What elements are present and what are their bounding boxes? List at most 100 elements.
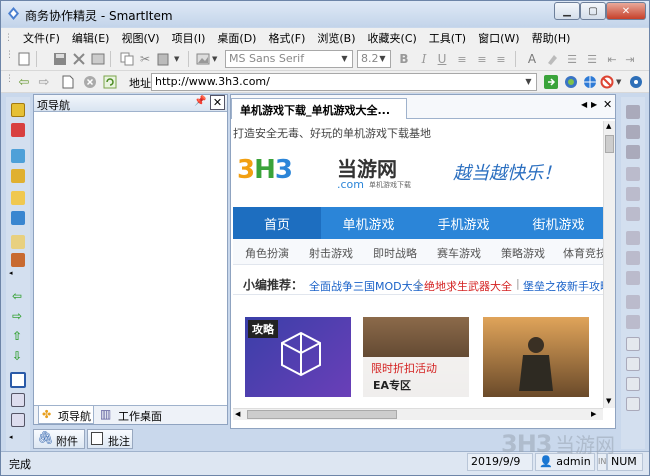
contacts-icon[interactable] bbox=[11, 149, 25, 163]
stop-icon[interactable] bbox=[81, 73, 99, 91]
delete-icon[interactable] bbox=[70, 50, 88, 68]
layout-left-icon[interactable] bbox=[626, 377, 640, 391]
paste-icon[interactable] bbox=[154, 50, 172, 68]
close-button[interactable]: ✕ bbox=[606, 2, 646, 20]
paste-dropdown-icon[interactable]: ▼ bbox=[174, 55, 179, 63]
security-icon[interactable] bbox=[627, 73, 645, 91]
scroll-left-icon[interactable]: ◀ bbox=[235, 410, 240, 418]
subnav-rts[interactable]: 即时战略 bbox=[373, 245, 417, 261]
arrow-down-icon[interactable]: ⇩ bbox=[12, 349, 22, 363]
underline-button[interactable]: U bbox=[433, 50, 451, 68]
merge-cells-icon[interactable] bbox=[626, 231, 640, 245]
numbered-list-icon[interactable]: ☰ bbox=[563, 50, 581, 68]
cell-fill-icon[interactable] bbox=[626, 315, 640, 329]
horizontal-scrollbar[interactable]: ◀ ▶ bbox=[233, 408, 603, 420]
nav-arcade-games[interactable]: 街机游戏 bbox=[511, 207, 603, 239]
subnav-rpg[interactable]: 角色扮演 bbox=[245, 245, 289, 261]
align-left-icon[interactable]: ≡ bbox=[453, 50, 471, 68]
cut-icon[interactable]: ✂ bbox=[136, 50, 154, 68]
cell-align-icon[interactable] bbox=[626, 271, 640, 285]
clipboard-icon[interactable] bbox=[11, 235, 25, 249]
table-icon[interactable] bbox=[626, 125, 640, 139]
recommend-link-1[interactable]: 全面战争三国MOD大全 bbox=[309, 278, 424, 294]
arrow-right-icon[interactable]: ⇨ bbox=[12, 309, 22, 323]
scroll-right-icon[interactable]: ▶ bbox=[591, 410, 596, 418]
outdent-icon[interactable]: ⇤ bbox=[603, 50, 621, 68]
layout-icon[interactable] bbox=[10, 372, 26, 388]
annotation-button[interactable]: 批注 bbox=[87, 429, 133, 449]
task-icon[interactable] bbox=[11, 123, 25, 137]
layout-bottom-icon[interactable] bbox=[626, 357, 640, 371]
align-right-icon[interactable]: ≡ bbox=[492, 50, 510, 68]
nav-pc-games[interactable]: 单机游戏 bbox=[321, 207, 416, 239]
image-icon[interactable] bbox=[194, 50, 212, 68]
calendar-icon[interactable] bbox=[11, 169, 25, 183]
page-icon[interactable] bbox=[59, 73, 77, 91]
pin-icon[interactable]: 📌 bbox=[194, 96, 206, 107]
minimize-button[interactable]: ▁ bbox=[554, 2, 580, 20]
menu-edit[interactable]: 编辑(E) bbox=[66, 30, 116, 46]
arrow-up-icon[interactable]: ⇧ bbox=[12, 329, 22, 343]
horizontal-scroll-thumb[interactable] bbox=[247, 410, 397, 419]
refresh-icon[interactable] bbox=[101, 73, 119, 91]
tab-scroll-right-icon[interactable]: ▶ bbox=[591, 100, 597, 109]
menu-view[interactable]: 视图(V) bbox=[115, 30, 165, 46]
menu-format[interactable]: 格式(F) bbox=[262, 30, 311, 46]
attachment-button[interactable]: 🖇 附件 bbox=[33, 429, 85, 449]
subnav-racing[interactable]: 赛车游戏 bbox=[437, 245, 481, 261]
subnav-sports[interactable]: 体育竞技 bbox=[563, 245, 603, 261]
browser-tab[interactable]: 单机游戏下载_单机游戏大全... bbox=[231, 98, 407, 119]
scroll-down-icon[interactable]: ▼ bbox=[606, 397, 611, 405]
tab-scroll-left-icon[interactable]: ◀ bbox=[581, 100, 587, 109]
vertical-scrollbar[interactable]: ▲ ▼ bbox=[603, 121, 615, 408]
menu-favorites[interactable]: 收藏夹(C) bbox=[362, 30, 423, 46]
font-select[interactable]: MS Sans Serif ▼ bbox=[225, 50, 353, 68]
insert-column-icon[interactable] bbox=[626, 187, 640, 201]
notes-icon[interactable] bbox=[11, 103, 25, 117]
menu-item[interactable]: 项目(I) bbox=[166, 30, 212, 46]
tab-close-icon[interactable]: ✕ bbox=[603, 98, 612, 111]
menu-file[interactable]: 文件(F) bbox=[17, 30, 66, 46]
arrow-left-icon[interactable]: ⇦ bbox=[12, 289, 22, 303]
split-cells-icon[interactable] bbox=[626, 251, 640, 265]
folder-icon[interactable] bbox=[11, 191, 25, 205]
indent-icon[interactable]: ⇥ bbox=[621, 50, 639, 68]
split-vertical-icon[interactable] bbox=[11, 413, 25, 427]
collapse-icon[interactable]: ◂ bbox=[9, 269, 13, 277]
card-game[interactable] bbox=[483, 317, 589, 397]
menu-help[interactable]: 帮助(H) bbox=[526, 30, 577, 46]
split-horizontal-icon[interactable] bbox=[11, 393, 25, 407]
layout-right-icon[interactable] bbox=[626, 397, 640, 411]
tab-navigation[interactable]: ✤ 项导航 bbox=[38, 406, 94, 424]
highlight-icon[interactable] bbox=[543, 50, 561, 68]
vertical-scroll-thumb[interactable] bbox=[605, 135, 614, 153]
address-input[interactable]: http://www.3h3.com/ ▼ bbox=[151, 73, 537, 91]
menu-window[interactable]: 窗口(W) bbox=[472, 30, 525, 46]
image-dropdown-icon[interactable]: ▼ bbox=[212, 55, 217, 63]
panel-close-icon[interactable]: ✕ bbox=[210, 95, 225, 110]
scroll-up-icon[interactable]: ▲ bbox=[606, 122, 611, 130]
table-icon[interactable] bbox=[626, 105, 640, 119]
save-icon[interactable] bbox=[51, 50, 69, 68]
bullet-list-icon[interactable]: ☰ bbox=[583, 50, 601, 68]
card-guide[interactable]: 攻略 bbox=[245, 317, 351, 397]
align-center-icon[interactable]: ≡ bbox=[473, 50, 491, 68]
card-promo[interactable]: 限时折扣活动 EA专区 bbox=[363, 317, 469, 397]
nav-mobile-games[interactable]: 手机游戏 bbox=[416, 207, 511, 239]
collapse-icon[interactable]: ◂ bbox=[9, 433, 13, 441]
block-dropdown-icon[interactable]: ▼ bbox=[616, 78, 621, 86]
nav-home[interactable]: 首页 bbox=[233, 207, 321, 239]
forward-button[interactable]: ⇨ bbox=[35, 73, 53, 91]
document-icon[interactable] bbox=[11, 253, 25, 267]
globe-icon[interactable] bbox=[581, 73, 599, 91]
new-icon[interactable] bbox=[15, 50, 33, 68]
bold-button[interactable]: B bbox=[395, 50, 413, 68]
search-web-icon[interactable] bbox=[562, 73, 580, 91]
copy-icon[interactable] bbox=[118, 50, 136, 68]
menu-browse[interactable]: 浏览(B) bbox=[311, 30, 361, 46]
maximize-button[interactable]: ▢ bbox=[580, 2, 606, 20]
cell-border-icon[interactable] bbox=[626, 295, 640, 309]
table-icon[interactable] bbox=[626, 145, 640, 159]
go-button[interactable] bbox=[542, 73, 560, 91]
delete-row-icon[interactable] bbox=[626, 207, 640, 221]
